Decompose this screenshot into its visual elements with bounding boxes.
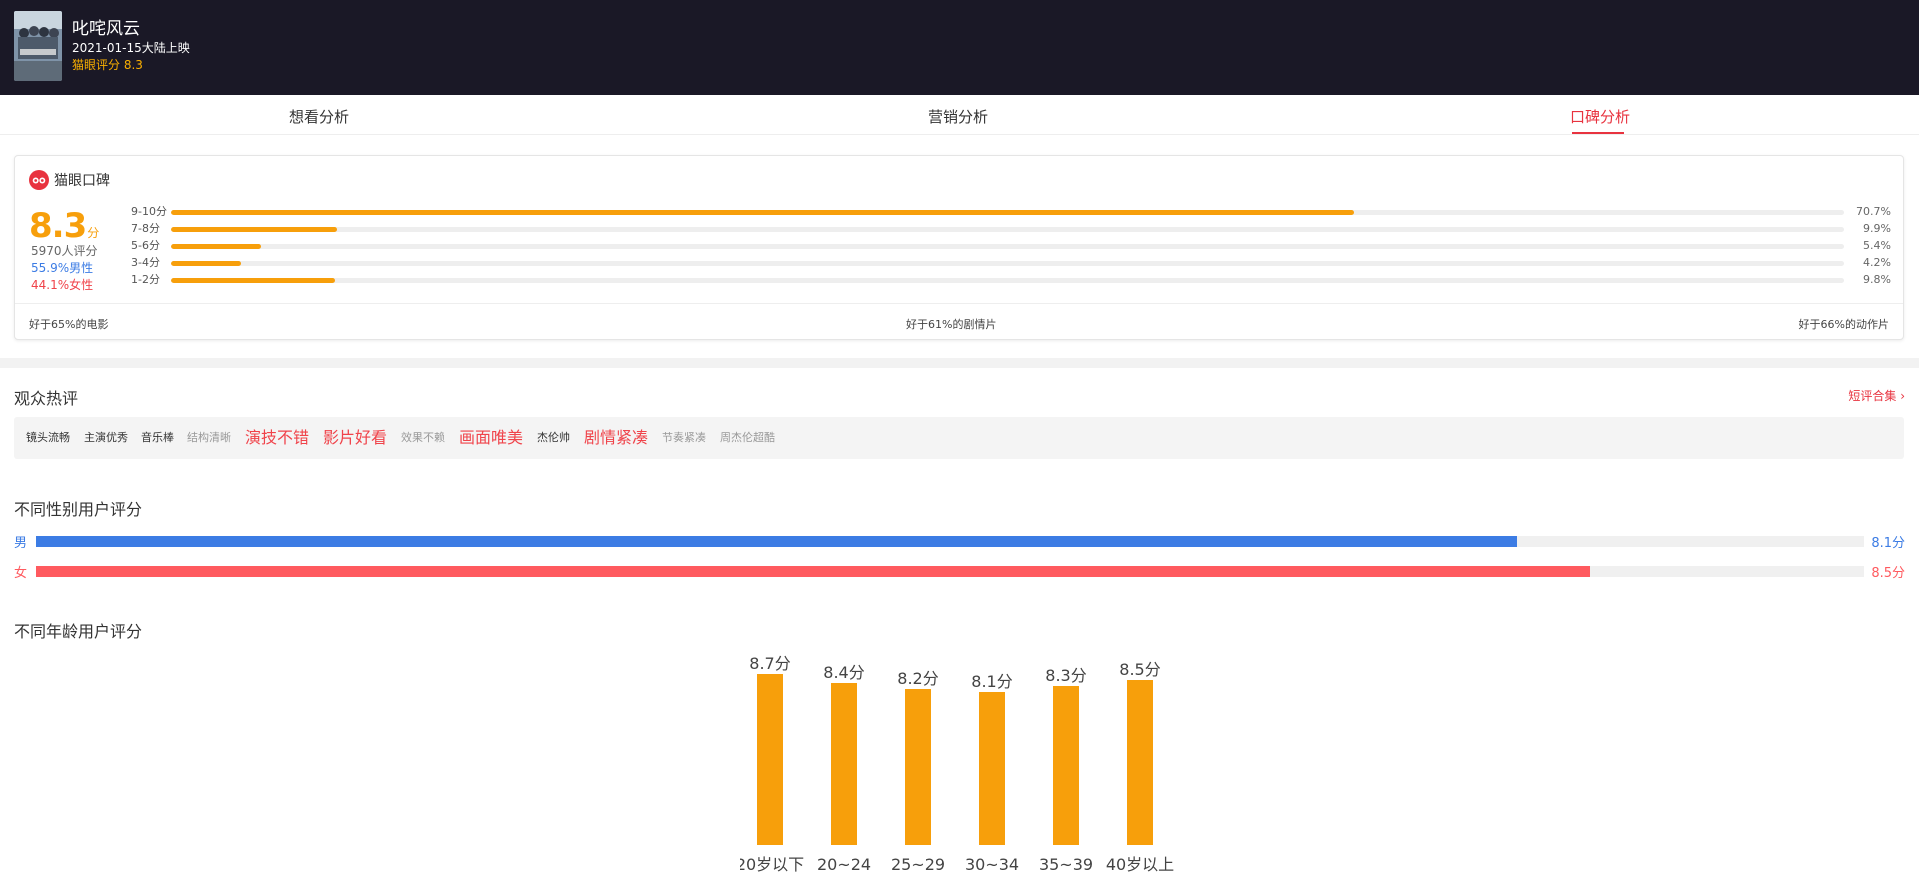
comment-tag[interactable]: 节奏紧凑: [662, 417, 706, 459]
dist-track: [171, 261, 1844, 266]
card-title: 猫眼口碑: [54, 173, 110, 189]
female-rating-fill: [36, 566, 1590, 577]
dist-percent: 4.2%: [1863, 256, 1891, 269]
short-reviews-label: 短评合集: [1848, 389, 1897, 403]
comment-tag[interactable]: 剧情紧凑: [584, 417, 648, 459]
dist-percent: 9.9%: [1863, 222, 1891, 235]
comment-tag[interactable]: 影片好看: [323, 417, 387, 459]
rating-card: 猫眼口碑 8.3分 5970人评分 55.9%男性 44.1%女性 9-10分 …: [14, 155, 1904, 340]
score-distribution-row: 7-8分 9.9%: [131, 222, 1905, 236]
age-category-label: 20岁以下: [740, 855, 804, 874]
age-category-label: 35~39: [1039, 855, 1093, 874]
movie-title: 叱咤风云: [72, 19, 140, 39]
maoyan-logo-icon: [29, 170, 49, 190]
comment-tag[interactable]: 杰伦帅: [537, 417, 570, 459]
female-rating-value: 8.5分: [1871, 566, 1905, 581]
score-distribution-row: 5-6分 5.4%: [131, 239, 1905, 253]
chevron-right-icon: ›: [1900, 389, 1905, 403]
score-distribution-row: 9-10分 70.7%: [131, 205, 1905, 219]
dist-percent: 70.7%: [1856, 205, 1891, 218]
analysis-tabs: 想看分析 营销分析 口碑分析: [0, 95, 1919, 135]
age-bar: [905, 689, 931, 845]
tab-marketing[interactable]: 营销分析: [928, 106, 988, 127]
age-bar: [979, 692, 1005, 845]
male-ratio: 55.9%男性: [31, 261, 94, 275]
tab-word-of-mouth[interactable]: 口碑分析: [1570, 106, 1630, 127]
dist-fill: [171, 227, 337, 232]
dist-label: 3-4分: [131, 256, 160, 269]
age-category-label: 30~34: [965, 855, 1019, 874]
age-rating-chart: 8.7分 20岁以下 8.4分 20~24 8.2分 25~29 8.1分 30~34 8.3分…: [740, 654, 1174, 874]
age-bar-value-label: 8.3分: [1045, 666, 1086, 685]
age-bar: [757, 674, 783, 845]
dist-percent: 5.4%: [1863, 239, 1891, 252]
male-rating-fill: [36, 536, 1517, 547]
dist-label: 5-6分: [131, 239, 160, 252]
dist-fill: [171, 278, 335, 283]
dist-fill: [171, 210, 1354, 215]
dist-track: [171, 227, 1844, 232]
dist-track: [171, 210, 1844, 215]
age-bar-value-label: 8.7分: [749, 654, 790, 673]
dist-label: 9-10分: [131, 205, 167, 218]
age-bar: [1127, 680, 1153, 845]
score-unit: 分: [87, 226, 100, 240]
age-bar-value-label: 8.1分: [971, 672, 1012, 691]
age-bar-value-label: 8.4分: [823, 663, 864, 682]
comment-tag[interactable]: 周杰伦超酷: [720, 417, 775, 459]
comment-tag[interactable]: 镜头流畅: [26, 417, 70, 459]
comment-tag[interactable]: 结构清晰: [187, 417, 231, 459]
age-category-label: 20~24: [817, 855, 871, 874]
maoyan-rating: 猫眼评分 8.3: [72, 58, 143, 72]
female-label: 女: [14, 566, 28, 581]
poster-image: [14, 11, 62, 81]
compare-drama: 好于61%的剧情片: [906, 318, 997, 331]
age-category-label: 40岁以上: [1106, 855, 1174, 874]
dist-percent: 9.8%: [1863, 273, 1891, 286]
comment-tag[interactable]: 演技不错: [245, 417, 309, 459]
movie-header: 叱咤风云 2021-01-15大陆上映 猫眼评分 8.3: [0, 0, 1919, 95]
movie-poster[interactable]: [14, 11, 62, 81]
dist-track: [171, 278, 1844, 283]
male-label: 男: [14, 536, 28, 551]
comment-tag[interactable]: 效果不赖: [401, 417, 445, 459]
score-value: 8.3: [29, 206, 87, 246]
female-ratio: 44.1%女性: [31, 278, 94, 292]
section-divider: [0, 358, 1919, 368]
male-rating-value: 8.1分: [1871, 536, 1905, 551]
female-rating-track: [36, 566, 1864, 577]
active-tab-indicator: [1572, 132, 1624, 134]
dist-label: 7-8分: [131, 222, 160, 235]
age-bar-value-label: 8.5分: [1119, 660, 1160, 679]
compare-action: 好于66%的动作片: [1798, 318, 1889, 331]
tab-want-to-see[interactable]: 想看分析: [289, 106, 349, 127]
overall-score: 8.3分: [29, 206, 99, 246]
dist-track: [171, 244, 1844, 249]
age-rating-title: 不同年龄用户评分: [14, 622, 143, 641]
age-category-label: 25~29: [891, 855, 945, 874]
comment-tag[interactable]: 音乐棒: [141, 417, 174, 459]
score-distribution-row: 1-2分 9.8%: [131, 273, 1905, 287]
age-bar: [1053, 686, 1079, 845]
age-bar-value-label: 8.2分: [897, 669, 938, 688]
compare-movies: 好于65%的电影: [29, 318, 109, 331]
comment-tag[interactable]: 主演优秀: [84, 417, 128, 459]
comment-tag[interactable]: 画面唯美: [459, 417, 523, 459]
age-bar: [831, 683, 857, 845]
male-rating-track: [36, 536, 1864, 547]
genre-comparison: 好于65%的电影 好于61%的剧情片 好于66%的动作片: [15, 303, 1903, 340]
keyword-tags: 镜头流畅 主演优秀 音乐棒 结构清晰 演技不错 影片好看 效果不赖 画面唯美 杰…: [14, 417, 1904, 459]
gender-rating-title: 不同性别用户评分: [14, 500, 143, 519]
rater-count: 5970人评分: [31, 244, 98, 258]
dist-fill: [171, 261, 242, 266]
dist-label: 1-2分: [131, 273, 160, 286]
card-header: 猫眼口碑: [29, 170, 110, 190]
score-distribution-row: 3-4分 4.2%: [131, 256, 1905, 270]
short-reviews-link[interactable]: 短评合集 ›: [1848, 387, 1905, 404]
release-date: 2021-01-15大陆上映: [72, 41, 190, 55]
dist-fill: [171, 244, 262, 249]
hot-comments-title: 观众热评: [14, 389, 79, 408]
